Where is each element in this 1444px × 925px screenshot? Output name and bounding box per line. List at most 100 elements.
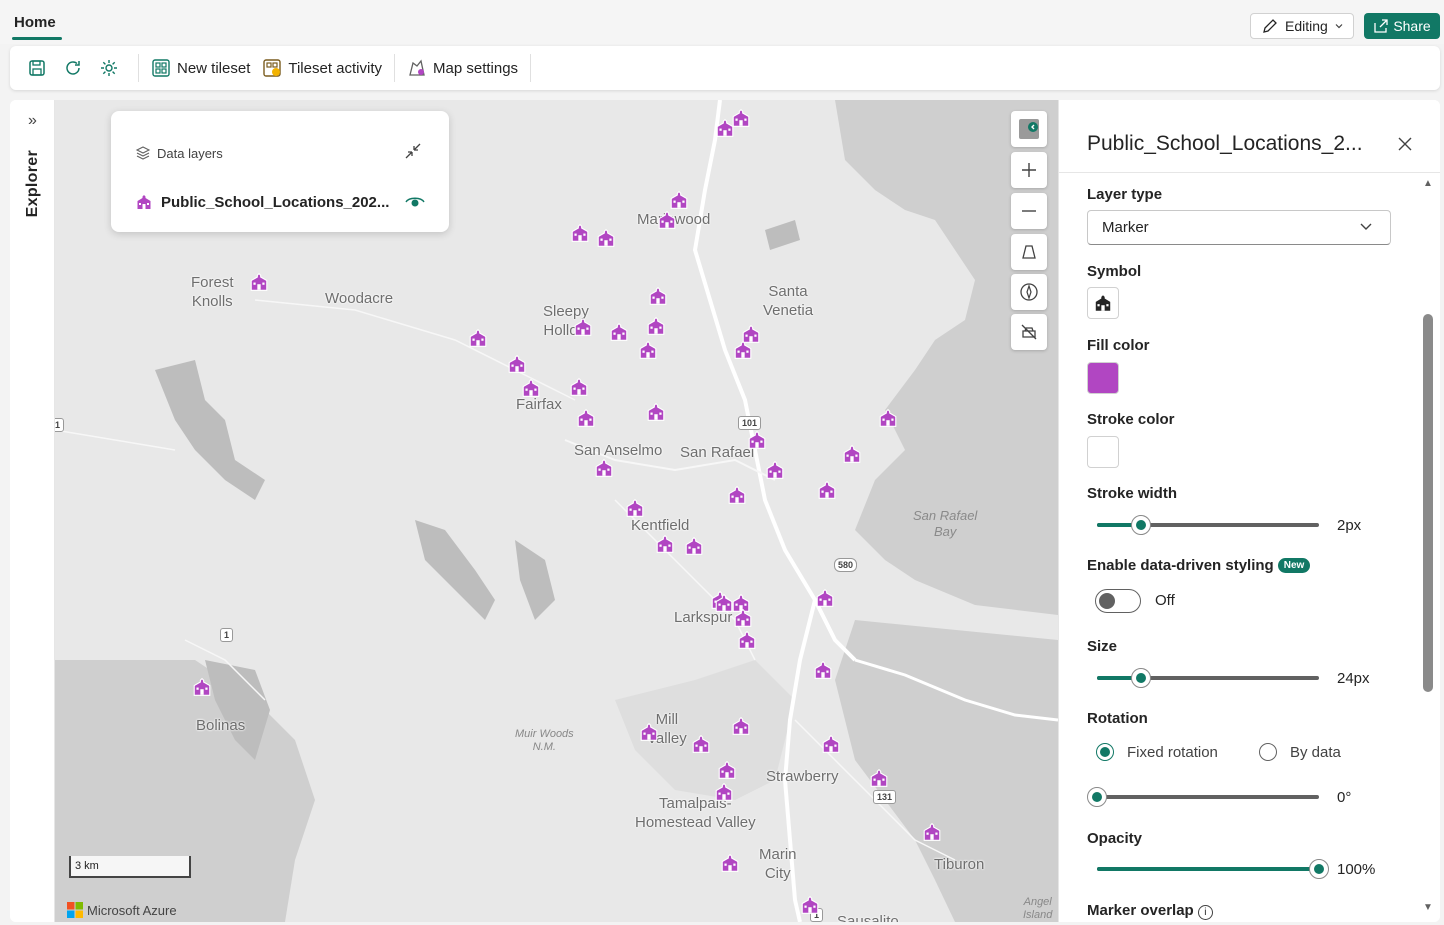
school-icon bbox=[469, 328, 487, 347]
school-marker[interactable] bbox=[812, 660, 834, 680]
slider-thumb[interactable] bbox=[1087, 787, 1107, 807]
slider-thumb[interactable] bbox=[1131, 515, 1151, 535]
symbol-picker[interactable] bbox=[1087, 287, 1119, 319]
zoom-out-button[interactable] bbox=[1011, 193, 1047, 229]
collapse-icon[interactable] bbox=[403, 141, 423, 161]
layer-settings-panel: Public_School_Locations_2... Layer type … bbox=[1058, 100, 1440, 922]
school-icon bbox=[692, 734, 710, 753]
fixed-rotation-radio[interactable] bbox=[1096, 743, 1114, 761]
school-marker[interactable] bbox=[645, 402, 667, 422]
school-marker[interactable] bbox=[730, 716, 752, 736]
school-marker[interactable] bbox=[868, 768, 890, 788]
scroll-down-arrow[interactable]: ▼ bbox=[1423, 902, 1433, 913]
stroke-color-swatch[interactable] bbox=[1087, 436, 1119, 468]
school-marker[interactable] bbox=[730, 108, 752, 128]
tab-home[interactable]: Home bbox=[14, 14, 56, 31]
map-style-toggle[interactable] bbox=[1011, 111, 1047, 147]
school-icon bbox=[522, 378, 540, 397]
size-slider[interactable] bbox=[1097, 668, 1319, 688]
school-marker[interactable] bbox=[568, 377, 590, 397]
school-marker[interactable] bbox=[732, 340, 754, 360]
close-icon[interactable] bbox=[1395, 134, 1415, 154]
slider-thumb[interactable] bbox=[1309, 859, 1329, 879]
school-marker[interactable] bbox=[645, 316, 667, 336]
school-marker[interactable] bbox=[506, 354, 528, 374]
school-icon bbox=[1095, 295, 1111, 311]
info-icon[interactable]: i bbox=[1197, 905, 1213, 920]
school-marker[interactable] bbox=[921, 822, 943, 842]
pencil-icon bbox=[1263, 19, 1277, 33]
school-marker[interactable] bbox=[732, 608, 754, 628]
fixed-rotation-label[interactable]: Fixed rotation bbox=[1127, 744, 1218, 761]
school-marker[interactable] bbox=[841, 444, 863, 464]
school-marker[interactable] bbox=[575, 408, 597, 428]
compass-button[interactable] bbox=[1011, 274, 1047, 310]
zoom-in-button[interactable] bbox=[1011, 152, 1047, 188]
school-icon bbox=[814, 660, 832, 679]
opacity-slider[interactable] bbox=[1097, 859, 1329, 879]
top-bar: Home Editing Share bbox=[0, 0, 1444, 44]
school-marker[interactable] bbox=[764, 460, 786, 480]
school-marker[interactable] bbox=[638, 722, 660, 742]
school-marker[interactable] bbox=[520, 378, 542, 398]
traffic-toggle-button[interactable] bbox=[1011, 314, 1047, 350]
scroll-up-arrow[interactable]: ▲ bbox=[1423, 178, 1433, 189]
stroke-width-slider[interactable] bbox=[1097, 515, 1319, 535]
school-marker[interactable] bbox=[248, 272, 270, 292]
school-marker[interactable] bbox=[624, 498, 646, 518]
refresh-button[interactable] bbox=[60, 55, 86, 81]
size-value: 24px bbox=[1337, 670, 1370, 687]
tileset-activity-button[interactable]: Tileset activity bbox=[256, 53, 388, 83]
layer-type-dropdown[interactable]: Marker bbox=[1087, 210, 1391, 245]
symbol-label: Symbol bbox=[1087, 263, 1142, 280]
school-marker[interactable] bbox=[690, 734, 712, 754]
school-marker[interactable] bbox=[713, 782, 735, 802]
settings-button[interactable] bbox=[96, 55, 122, 81]
rotation-slider[interactable] bbox=[1087, 787, 1319, 807]
data-driven-toggle[interactable] bbox=[1095, 589, 1141, 613]
school-marker[interactable] bbox=[608, 322, 630, 342]
explorer-label[interactable]: Explorer bbox=[24, 150, 42, 217]
school-marker[interactable] bbox=[467, 328, 489, 348]
school-marker[interactable] bbox=[191, 677, 213, 697]
layer-item[interactable]: Public_School_Locations_202... bbox=[135, 193, 389, 211]
panel-scrollbar[interactable] bbox=[1423, 314, 1433, 692]
school-marker[interactable] bbox=[683, 536, 705, 556]
layers-icon bbox=[135, 146, 151, 160]
school-marker[interactable] bbox=[637, 340, 659, 360]
school-marker[interactable] bbox=[877, 408, 899, 428]
by-data-label[interactable]: By data bbox=[1290, 744, 1341, 761]
new-tileset-button[interactable]: New tileset bbox=[145, 53, 256, 83]
attribution-text: Microsoft Azure bbox=[87, 902, 177, 918]
school-icon bbox=[508, 354, 526, 373]
map-settings-button[interactable]: Map settings bbox=[401, 53, 524, 83]
school-marker[interactable] bbox=[647, 286, 669, 306]
school-marker[interactable] bbox=[816, 480, 838, 500]
school-marker[interactable] bbox=[736, 630, 758, 650]
school-marker[interactable] bbox=[595, 228, 617, 248]
map-canvas[interactable]: Marinwood ForestKnolls Woodacre SleepyHo… bbox=[55, 100, 1058, 922]
by-data-radio[interactable] bbox=[1259, 743, 1277, 761]
school-marker[interactable] bbox=[716, 760, 738, 780]
visibility-eye-icon[interactable] bbox=[405, 195, 425, 209]
expand-explorer-icon[interactable]: » bbox=[28, 112, 37, 130]
save-button[interactable] bbox=[24, 55, 50, 81]
school-marker[interactable] bbox=[593, 458, 615, 478]
fill-color-swatch[interactable] bbox=[1087, 362, 1119, 394]
editing-mode-button[interactable]: Editing bbox=[1250, 13, 1354, 39]
school-marker[interactable] bbox=[656, 210, 678, 230]
school-marker[interactable] bbox=[799, 895, 821, 915]
school-marker[interactable] bbox=[746, 430, 768, 450]
school-marker[interactable] bbox=[820, 734, 842, 754]
pitch-button[interactable] bbox=[1011, 234, 1047, 270]
school-marker[interactable] bbox=[719, 853, 741, 873]
school-marker[interactable] bbox=[569, 223, 591, 243]
place-label: Santa Venetia bbox=[763, 283, 814, 319]
school-marker[interactable] bbox=[572, 317, 594, 337]
school-marker[interactable] bbox=[814, 588, 836, 608]
share-button[interactable]: Share bbox=[1364, 13, 1440, 39]
slider-thumb[interactable] bbox=[1131, 668, 1151, 688]
school-marker[interactable] bbox=[668, 190, 690, 210]
school-marker[interactable] bbox=[654, 534, 676, 554]
school-marker[interactable] bbox=[726, 485, 748, 505]
